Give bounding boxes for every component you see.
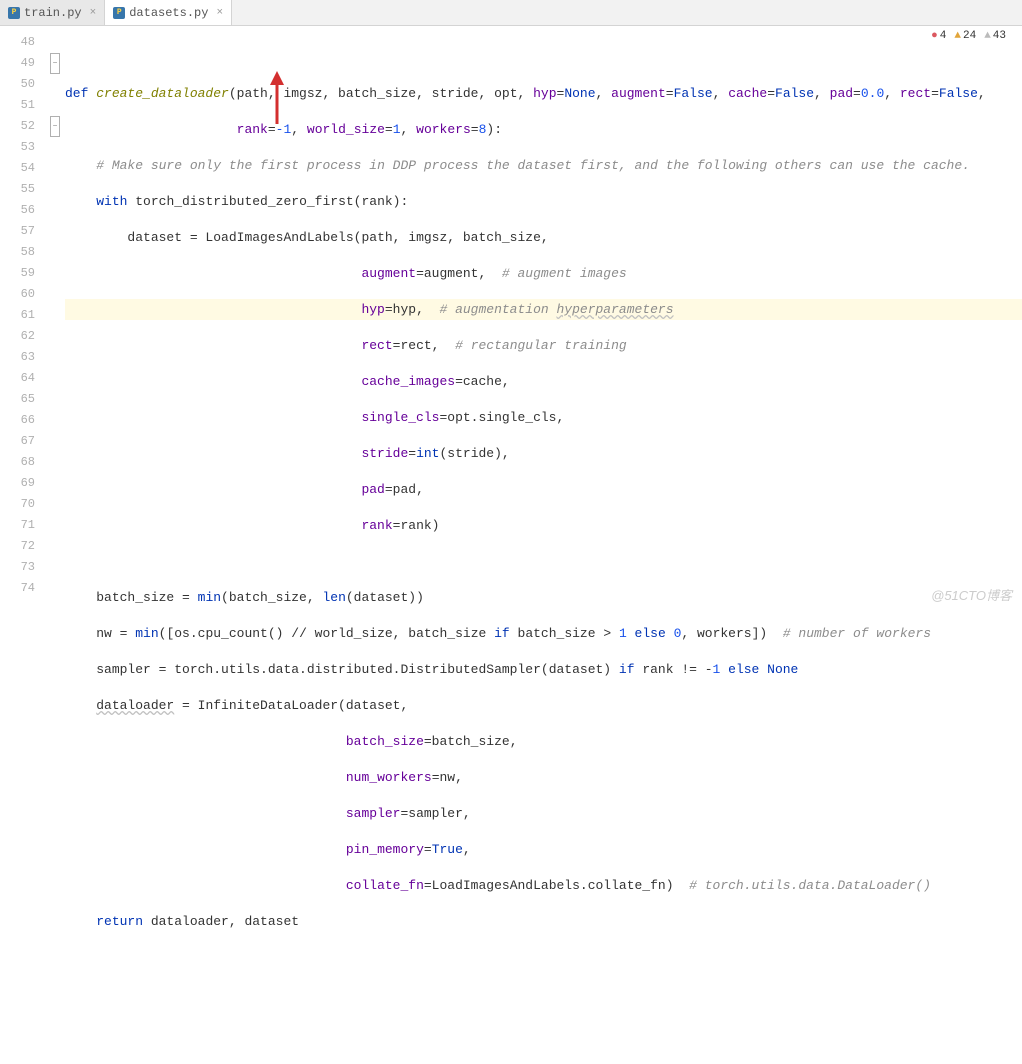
python-icon: P [8,7,20,19]
line-number: 49 [0,53,45,74]
line-number: 67 [0,431,45,452]
line-number: 63 [0,347,45,368]
line-number: 61 [0,305,45,326]
line-number: 51 [0,95,45,116]
line-number: 66 [0,410,45,431]
line-number: 52 [0,116,45,137]
line-number: 65 [0,389,45,410]
watermark: @51CTO博客 [931,585,1012,604]
line-number: 56 [0,200,45,221]
tab-bar: P train.py × P datasets.py × [0,0,1022,26]
line-number: 73 [0,557,45,578]
line-number: 74 [0,578,45,599]
fold-toggle-icon[interactable]: − [50,116,60,137]
line-number: 62 [0,326,45,347]
close-icon[interactable]: × [90,7,97,19]
line-number: 54 [0,158,45,179]
line-number: 57 [0,221,45,242]
line-number: 70 [0,494,45,515]
tab-label: datasets.py [129,6,208,20]
code-area[interactable]: def create_dataloader(path, imgsz, batch… [65,26,1022,610]
line-number: 71 [0,515,45,536]
tab-label: train.py [24,6,82,20]
python-icon: P [113,7,125,19]
line-number: 59 [0,263,45,284]
fold-column: −− [45,26,65,610]
line-number: 69 [0,473,45,494]
tab-train[interactable]: P train.py × [0,0,105,25]
close-icon[interactable]: × [216,7,223,19]
line-number: 53 [0,137,45,158]
line-number: 64 [0,368,45,389]
line-number: 58 [0,242,45,263]
tab-datasets[interactable]: P datasets.py × [105,0,232,25]
line-number: 60 [0,284,45,305]
fold-toggle-icon[interactable]: − [50,53,60,74]
line-number-gutter: 4849505152535455565758596061626364656667… [0,26,45,610]
editor: 4849505152535455565758596061626364656667… [0,26,1022,610]
line-number: 48 [0,32,45,53]
line-number: 72 [0,536,45,557]
line-number: 50 [0,74,45,95]
line-number: 68 [0,452,45,473]
line-number: 55 [0,179,45,200]
